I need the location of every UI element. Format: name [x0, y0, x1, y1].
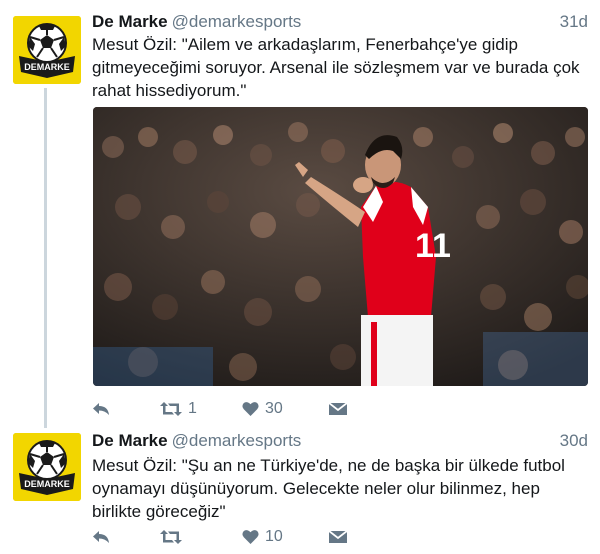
- avatar[interactable]: DEMARKE: [13, 16, 81, 84]
- display-name[interactable]: De Marke: [92, 431, 168, 450]
- direct-message-icon: [329, 402, 347, 415]
- reply-icon: [93, 531, 109, 543]
- handle[interactable]: @demarkesports: [172, 431, 302, 450]
- handle[interactable]: @demarkesports: [172, 12, 302, 31]
- retweet-icon: [160, 402, 182, 416]
- like-count: 30: [265, 400, 283, 417]
- tweet-header: De Marke @demarkesports 31d: [92, 12, 588, 34]
- retweet-icon: [160, 530, 182, 544]
- tweet[interactable]: DEMARKE De Marke @demarkesports 30d Mesut…: [0, 425, 600, 554]
- retweet-button[interactable]: [160, 526, 188, 548]
- tweet-header: De Marke @demarkesports 30d: [92, 431, 588, 453]
- jersey-number: 11: [415, 227, 451, 265]
- direct-message-button[interactable]: [329, 526, 347, 548]
- timestamp[interactable]: 31d: [560, 12, 588, 32]
- direct-message-button[interactable]: [329, 398, 347, 420]
- tweet[interactable]: DEMARKE De Marke @demarkesports 31d Mesut…: [0, 0, 600, 425]
- direct-message-icon: [329, 530, 347, 543]
- avatar-logo-text: DEMARKE: [24, 479, 70, 489]
- like-icon: [242, 530, 259, 544]
- player-photo: 11: [93, 107, 588, 386]
- soccer-ball-icon: DEMARKE: [13, 16, 81, 84]
- tweet-actions: 10: [92, 526, 492, 548]
- like-button[interactable]: 30: [242, 398, 283, 420]
- like-button[interactable]: 10: [242, 526, 283, 548]
- like-count: 10: [265, 528, 283, 545]
- timestamp[interactable]: 30d: [560, 431, 588, 451]
- retweet-button[interactable]: 1: [160, 398, 197, 420]
- retweet-count: 1: [188, 400, 197, 417]
- tweet-text: Mesut Özil: "Ailem ve arkadaşlarım, Fene…: [92, 35, 580, 100]
- tweet-text: Mesut Özil: "Şu an ne Türkiye'de, ne de …: [92, 456, 565, 521]
- reply-button[interactable]: [92, 398, 110, 420]
- display-name[interactable]: De Marke: [92, 12, 168, 31]
- tweet-actions: 1 30: [92, 398, 492, 420]
- reply-button[interactable]: [92, 526, 110, 548]
- reply-icon: [93, 403, 109, 415]
- avatar[interactable]: DEMARKE: [13, 433, 81, 501]
- soccer-ball-icon: DEMARKE: [13, 433, 81, 501]
- avatar-logo-text: DEMARKE: [24, 62, 70, 72]
- tweet-photo[interactable]: 11: [93, 107, 588, 386]
- like-icon: [242, 402, 259, 416]
